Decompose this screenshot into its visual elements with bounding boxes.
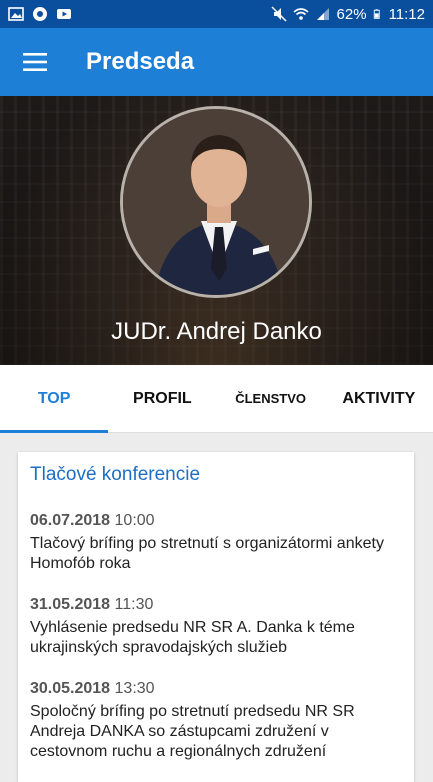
news-time: 11:30 [114, 596, 154, 613]
news-date: 30.05.2018 [30, 680, 111, 697]
status-bar: 62% 11:12 [0, 0, 433, 28]
avatar [120, 106, 312, 298]
list-item[interactable]: 06.07.2018 10:00 Tlačový brífing po stre… [30, 512, 402, 574]
tab-bar: TOP PROFIL ČLENSTVO AKTIVITY [0, 365, 433, 433]
news-title: Spoločný brífing po stretnutí predsedu N… [30, 703, 355, 760]
youtube-icon [57, 9, 71, 19]
signal-icon [316, 8, 329, 20]
news-datetime: 31.05.2018 11:30 [30, 596, 402, 614]
status-bar-system: 62% 11:12 [271, 6, 425, 23]
mute-icon [271, 6, 287, 22]
tab-aktivity[interactable]: AKTIVITY [325, 365, 433, 432]
tab-clenstvo[interactable]: ČLENSTVO [217, 365, 325, 432]
list-item[interactable]: 31.05.2018 11:30 Vyhlásenie predsedu NR … [30, 596, 402, 658]
news-date: 31.05.2018 [30, 596, 111, 613]
clock: 11:12 [388, 5, 425, 23]
list-item[interactable]: 30.05.2018 13:30 Spoločný brífing po str… [30, 680, 402, 762]
tab-top[interactable]: TOP [0, 365, 109, 433]
card-title[interactable]: Tlačové konferencie [30, 464, 402, 486]
status-bar-notifications [8, 6, 72, 22]
news-time: 10:00 [114, 512, 155, 529]
news-time: 13:30 [114, 680, 155, 697]
hamburger-menu-icon [23, 53, 47, 71]
battery-percent: 62% [336, 5, 367, 23]
tab-profil[interactable]: PROFIL [108, 365, 216, 432]
app-notification-icon [33, 7, 47, 21]
news-date: 06.07.2018 [30, 512, 111, 529]
profile-name: JUDr. Andrej Danko [111, 318, 322, 345]
profile-header: JUDr. Andrej Danko [0, 96, 433, 365]
news-title: Tlačový brífing po stretnutí s organizát… [30, 535, 384, 572]
app-bar: Predseda [0, 28, 433, 96]
press-conferences-card: Tlačové konferencie 06.07.2018 10:00 Tla… [18, 452, 414, 782]
menu-button[interactable] [0, 28, 70, 96]
profile-photo [123, 109, 309, 295]
news-title: Vyhlásenie predsedu NR SR A. Danka k tém… [30, 619, 355, 656]
news-datetime: 30.05.2018 13:30 [30, 680, 402, 698]
wifi-icon [293, 8, 309, 20]
news-datetime: 06.07.2018 10:00 [30, 512, 402, 530]
app-title: Predseda [86, 48, 195, 75]
battery-icon [373, 9, 380, 19]
gallery-icon [8, 7, 24, 21]
